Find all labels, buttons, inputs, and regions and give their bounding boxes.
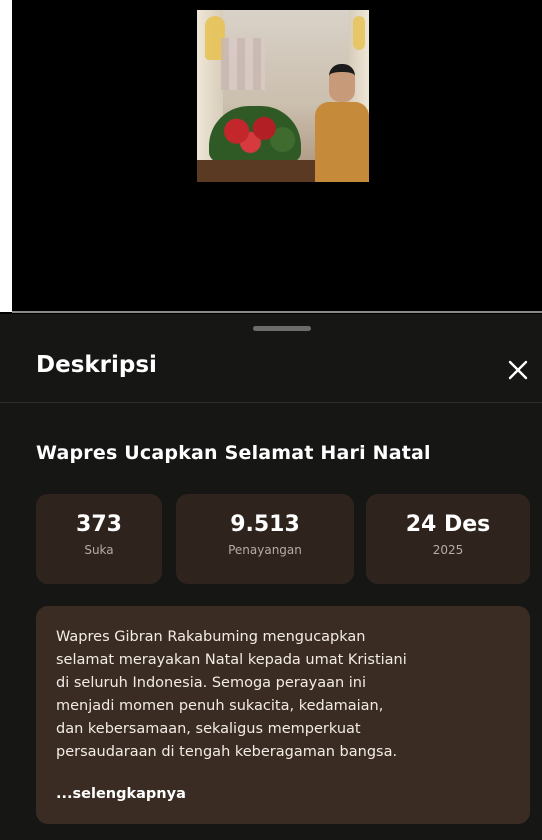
person-body xyxy=(315,102,369,182)
publish-date: 24 Des xyxy=(405,512,491,537)
description-sheet: Deskripsi Wapres Ucapkan Selamat Hari Na… xyxy=(0,314,542,840)
video-edge-strip xyxy=(0,0,12,312)
flower-arrangement xyxy=(209,106,301,162)
close-icon xyxy=(508,360,528,380)
person xyxy=(315,64,369,182)
video-thumbnail[interactable] xyxy=(197,10,369,182)
date-stat: 24 Des 2025 xyxy=(366,494,530,584)
blurred-region xyxy=(221,38,265,90)
video-player[interactable] xyxy=(0,0,542,313)
description-box: Wapres Gibran Rakabuming mengucapkan sel… xyxy=(36,606,530,824)
drag-handle[interactable] xyxy=(253,326,311,331)
read-more-link[interactable]: ...selengkapnya xyxy=(56,786,186,802)
person-head xyxy=(329,64,355,102)
emblem-right xyxy=(353,16,365,50)
video-progress-bar[interactable] xyxy=(12,311,542,313)
video-title: Wapres Ucapkan Selamat Hari Natal xyxy=(36,442,431,464)
sheet-title: Deskripsi xyxy=(36,352,157,378)
publish-year: 2025 xyxy=(432,543,464,557)
likes-count: 373 xyxy=(76,512,122,537)
close-button[interactable] xyxy=(502,354,534,386)
views-stat: 9.513 Penayangan xyxy=(176,494,354,584)
views-label: Penayangan xyxy=(228,543,302,557)
header-divider xyxy=(0,402,542,403)
description-text: Wapres Gibran Rakabuming mengucapkan sel… xyxy=(56,629,407,760)
views-count: 9.513 xyxy=(230,512,300,537)
likes-label: Suka xyxy=(84,543,114,557)
likes-stat: 373 Suka xyxy=(36,494,162,584)
